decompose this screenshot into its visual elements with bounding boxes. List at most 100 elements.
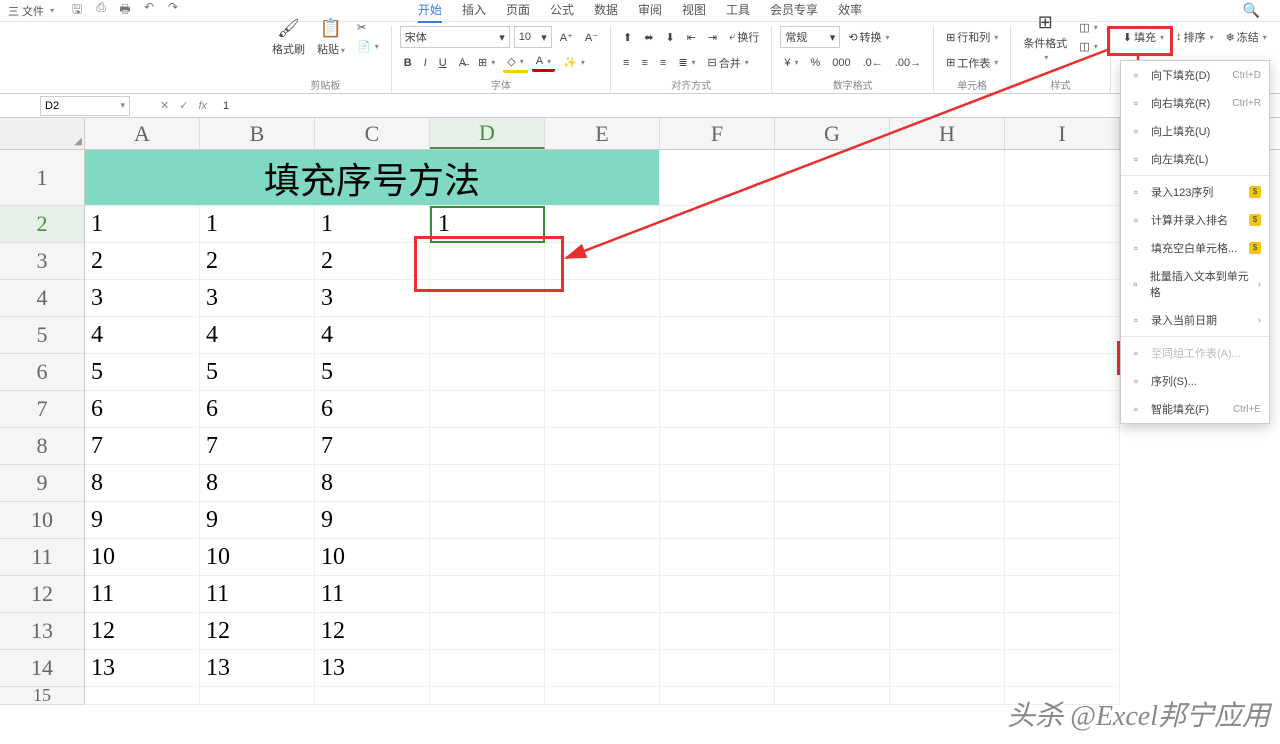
cell[interactable] bbox=[890, 650, 1005, 687]
cell[interactable] bbox=[890, 391, 1005, 428]
cell[interactable]: 11 bbox=[315, 576, 430, 613]
row-13[interactable]: 13 bbox=[0, 613, 85, 650]
cell[interactable] bbox=[890, 280, 1005, 317]
cell[interactable]: 10 bbox=[85, 539, 200, 576]
align-center[interactable]: ≡ bbox=[637, 55, 651, 71]
cell[interactable] bbox=[660, 280, 775, 317]
cell[interactable] bbox=[890, 687, 1005, 705]
dec-inc-button[interactable]: .0← bbox=[859, 55, 887, 71]
cell[interactable] bbox=[660, 206, 775, 243]
cell[interactable] bbox=[890, 206, 1005, 243]
enter-icon[interactable]: ✓ bbox=[179, 99, 188, 112]
cell[interactable]: 10 bbox=[200, 539, 315, 576]
cancel-icon[interactable]: ✕ bbox=[160, 99, 169, 112]
col-B[interactable]: B bbox=[200, 118, 315, 149]
cell[interactable]: 12 bbox=[85, 613, 200, 650]
underline-button[interactable]: U bbox=[435, 55, 451, 71]
cell[interactable]: 5 bbox=[200, 354, 315, 391]
cell[interactable] bbox=[890, 465, 1005, 502]
cell[interactable] bbox=[775, 502, 890, 539]
print-icon[interactable]: ⎙ bbox=[94, 0, 108, 21]
copy-button[interactable]: 📄 bbox=[353, 38, 383, 55]
cell[interactable] bbox=[775, 317, 890, 354]
search-icon[interactable]: 🔍 bbox=[1243, 2, 1260, 19]
cell[interactable] bbox=[430, 317, 545, 354]
cell[interactable] bbox=[430, 354, 545, 391]
cell[interactable]: 9 bbox=[315, 502, 430, 539]
cell[interactable] bbox=[545, 206, 660, 243]
number-format-select[interactable]: 常规▾ bbox=[780, 26, 840, 48]
cell[interactable]: 12 bbox=[200, 613, 315, 650]
cell[interactable] bbox=[545, 317, 660, 354]
fx-icon[interactable]: fx bbox=[198, 100, 207, 112]
cell[interactable] bbox=[775, 243, 890, 280]
align-mid[interactable]: ⬌ bbox=[640, 29, 657, 46]
effects-button[interactable]: ✨ bbox=[559, 54, 589, 71]
cell[interactable]: 13 bbox=[85, 650, 200, 687]
cell[interactable] bbox=[660, 687, 775, 705]
indent-dec[interactable]: ⇤ bbox=[683, 29, 700, 46]
menu-item[interactable]: ▫计算并录入排名$ bbox=[1121, 206, 1269, 234]
cell[interactable]: 9 bbox=[85, 502, 200, 539]
worksheet-button[interactable]: ⊞ 工作表 bbox=[942, 53, 1002, 73]
file-menu[interactable]: 三 文件▾ bbox=[0, 3, 62, 19]
cell[interactable]: 7 bbox=[85, 428, 200, 465]
cell[interactable] bbox=[545, 613, 660, 650]
currency-button[interactable]: ¥ bbox=[780, 55, 802, 71]
cell[interactable]: 4 bbox=[85, 317, 200, 354]
row-15[interactable]: 15 bbox=[0, 687, 85, 705]
cell[interactable] bbox=[430, 428, 545, 465]
align-top[interactable]: ⬆ bbox=[619, 29, 636, 46]
col-H[interactable]: H bbox=[890, 118, 1005, 149]
comma-button[interactable]: 000 bbox=[828, 55, 854, 71]
cell[interactable] bbox=[430, 465, 545, 502]
tab-data[interactable]: 数据 bbox=[594, 0, 618, 23]
spreadsheet[interactable]: A B C D E F G H I 1填充序号方法211113222433354… bbox=[0, 118, 1280, 705]
cell[interactable] bbox=[660, 576, 775, 613]
cell[interactable] bbox=[775, 150, 890, 206]
cell[interactable] bbox=[660, 465, 775, 502]
cell[interactable]: 2 bbox=[315, 243, 430, 280]
cell[interactable] bbox=[1005, 391, 1120, 428]
cell[interactable]: 5 bbox=[315, 354, 430, 391]
menu-item[interactable]: ▫向上填充(U) bbox=[1121, 117, 1269, 145]
cell[interactable] bbox=[890, 243, 1005, 280]
fill-button[interactable]: ⬇ 填充 bbox=[1119, 27, 1168, 47]
align-bot[interactable]: ⬇ bbox=[661, 29, 678, 46]
cell[interactable]: 11 bbox=[200, 576, 315, 613]
italic-button[interactable]: I bbox=[420, 55, 431, 71]
menu-item[interactable]: ▫录入当前日期› bbox=[1121, 306, 1269, 334]
cell[interactable]: 11 bbox=[85, 576, 200, 613]
row-12[interactable]: 12 bbox=[0, 576, 85, 613]
cell[interactable] bbox=[545, 243, 660, 280]
wrap-button[interactable]: ⤶ 换行 bbox=[725, 27, 763, 47]
cell[interactable] bbox=[545, 539, 660, 576]
menu-item[interactable]: ▫批量插入文本到单元格› bbox=[1121, 262, 1269, 306]
tab-formula[interactable]: 公式 bbox=[550, 0, 574, 23]
cell[interactable] bbox=[1005, 539, 1120, 576]
cell[interactable] bbox=[85, 687, 200, 705]
decrease-font-button[interactable]: A⁻ bbox=[581, 29, 602, 46]
cell[interactable] bbox=[890, 576, 1005, 613]
cell[interactable] bbox=[1005, 150, 1120, 206]
cell[interactable] bbox=[1005, 428, 1120, 465]
cell[interactable] bbox=[545, 576, 660, 613]
cell[interactable]: 6 bbox=[200, 391, 315, 428]
cell[interactable] bbox=[890, 613, 1005, 650]
percent-button[interactable]: % bbox=[806, 55, 824, 71]
cell[interactable] bbox=[430, 687, 545, 705]
save-icon[interactable]: 🖫 bbox=[70, 0, 84, 21]
table-style-button[interactable]: ◫ bbox=[1075, 38, 1101, 55]
condfmt-button[interactable]: ⊞条件格式 bbox=[1019, 10, 1071, 64]
cut-button[interactable]: ✂ bbox=[353, 19, 383, 36]
cell[interactable] bbox=[430, 650, 545, 687]
cell[interactable]: 2 bbox=[200, 243, 315, 280]
cell[interactable] bbox=[545, 650, 660, 687]
strike-button[interactable]: A̶ bbox=[455, 55, 470, 71]
cell[interactable] bbox=[660, 317, 775, 354]
menu-item[interactable]: ▫向左填充(L) bbox=[1121, 145, 1269, 173]
row-6[interactable]: 6 bbox=[0, 354, 85, 391]
cell[interactable] bbox=[1005, 502, 1120, 539]
cell[interactable] bbox=[545, 280, 660, 317]
cell[interactable] bbox=[890, 539, 1005, 576]
